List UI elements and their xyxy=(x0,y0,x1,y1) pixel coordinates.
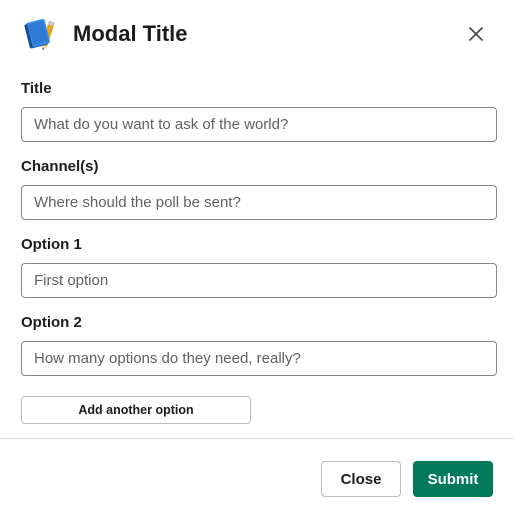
option-2-input[interactable] xyxy=(21,341,497,376)
modal-dialog: Modal Title Title Channel(s) Option 1 Op… xyxy=(0,0,514,514)
title-input[interactable] xyxy=(21,107,497,142)
modal-title: Modal Title xyxy=(73,21,188,46)
notebook-icon xyxy=(22,16,56,52)
option-2-label: Option 2 xyxy=(21,314,82,331)
title-label: Title xyxy=(21,80,52,97)
channels-input[interactable] xyxy=(21,185,497,220)
channels-label: Channel(s) xyxy=(21,158,99,175)
modal-header: Modal Title xyxy=(0,0,514,68)
modal-body: Title Channel(s) Option 1 Option 2 Add a… xyxy=(0,68,514,438)
modal-footer: Close Submit xyxy=(0,439,514,514)
option-1-label: Option 1 xyxy=(21,236,82,253)
option-1-input[interactable] xyxy=(21,263,497,298)
close-button[interactable]: Close xyxy=(321,461,401,497)
add-another-option-button[interactable]: Add another option xyxy=(21,396,251,424)
close-icon[interactable] xyxy=(464,22,488,46)
submit-button[interactable]: Submit xyxy=(413,461,493,497)
